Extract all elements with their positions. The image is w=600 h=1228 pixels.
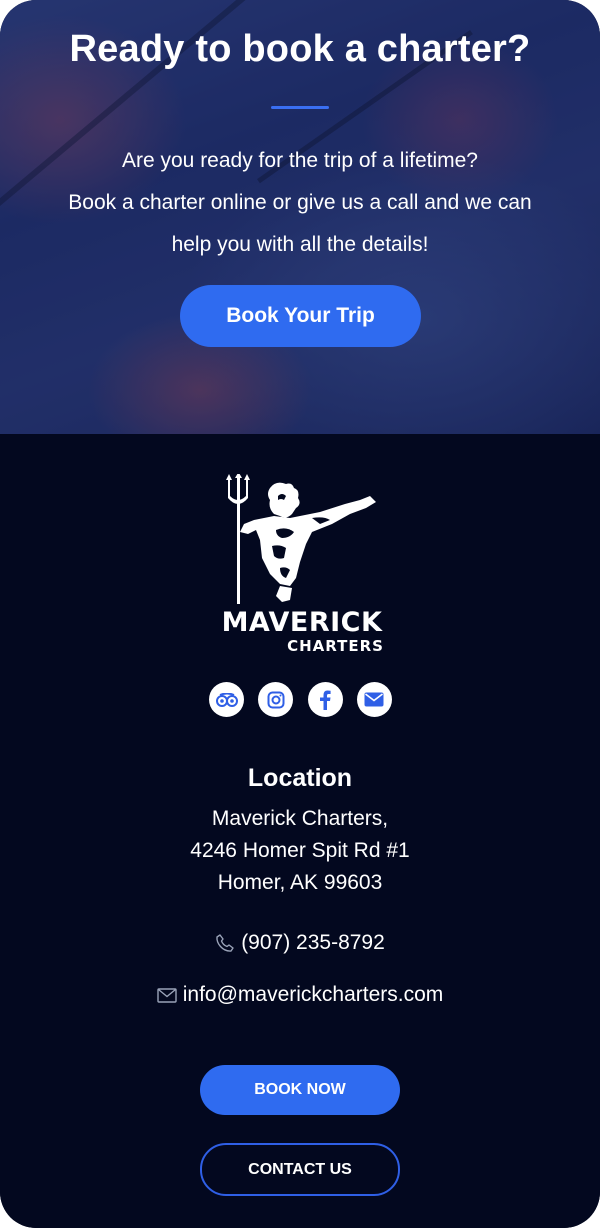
book-now-button[interactable]: BOOK NOW [200, 1065, 400, 1115]
address-line-3: Homer, AK 99603 [217, 871, 383, 894]
phone-icon [215, 933, 235, 953]
cta-hero-section: Ready to book a charter? Are you ready f… [0, 0, 600, 434]
address-line-1: Maverick Charters, [211, 807, 389, 830]
email-link[interactable]: info@maverickcharters.com [0, 983, 600, 1007]
book-your-trip-button[interactable]: Book Your Trip [180, 285, 421, 347]
tripadvisor-icon[interactable] [209, 682, 244, 717]
hero-line-1: Are you ready for the trip of a lifetime… [121, 149, 478, 172]
phone-frame: Ready to book a charter? Are you ready f… [0, 0, 600, 1228]
poseidon-trident-icon [226, 474, 376, 604]
email-address: info@maverickcharters.com [182, 983, 444, 1006]
email-icon[interactable] [356, 682, 392, 717]
facebook-icon[interactable] [307, 682, 343, 717]
title-divider [271, 106, 329, 109]
address-line-2: 4246 Homer Spit Rd #1 [190, 839, 410, 862]
maverick-charters-logo[interactable]: MAVERICK CHARTERS [220, 474, 384, 655]
contact-us-button[interactable]: CONTACT US [200, 1143, 400, 1196]
social-links [209, 682, 392, 718]
envelope-icon [157, 987, 177, 1003]
phone-number: (907) 235-8792 [241, 931, 385, 954]
location-heading: Location [247, 764, 353, 792]
logo-word-maverick: MAVERICK [221, 607, 383, 638]
logo-word-charters: CHARTERS [287, 637, 384, 655]
phone-link[interactable]: (907) 235-8792 [0, 931, 600, 955]
hero-line-3: help you with all the details! [171, 233, 429, 256]
hero-description: Are you ready for the trip of a lifetime… [30, 140, 570, 266]
hero-line-2: Book a charter online or give us a call … [68, 191, 532, 214]
hero-title: Ready to book a charter? [69, 28, 531, 70]
address-block: Maverick Charters, 4246 Homer Spit Rd #1… [0, 803, 600, 899]
instagram-icon[interactable] [258, 682, 294, 717]
site-footer: MAVERICK CHARTERS Location Maverick Char… [0, 434, 600, 1228]
